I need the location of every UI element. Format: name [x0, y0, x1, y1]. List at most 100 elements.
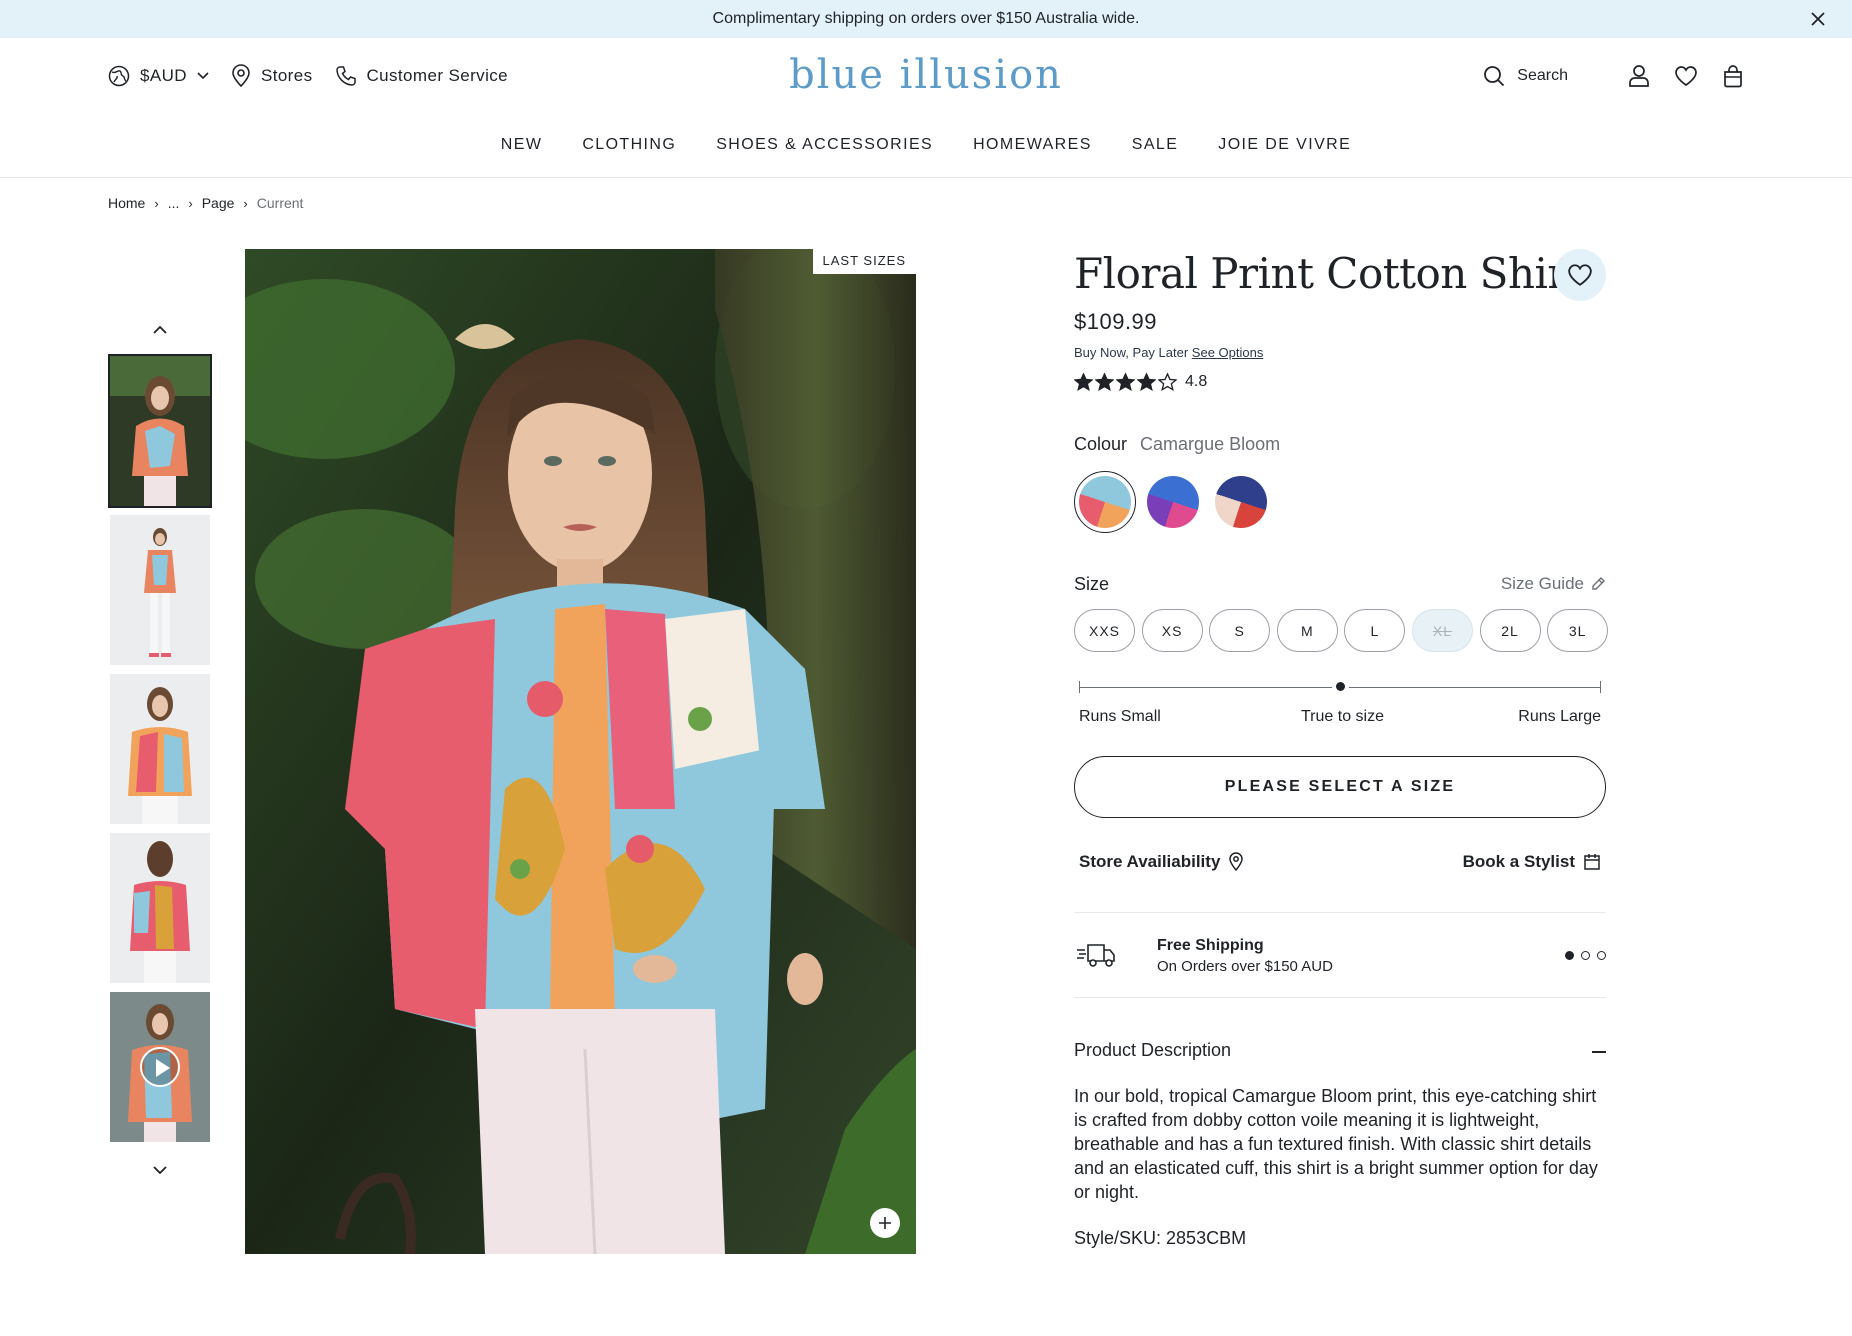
ruler-pencil-icon: [1592, 577, 1605, 590]
chevron-down-icon[interactable]: [148, 1158, 172, 1182]
size-option-l[interactable]: L: [1344, 609, 1406, 652]
star-filled-icon: [1116, 373, 1135, 391]
nav-sale[interactable]: SALE: [1132, 136, 1179, 154]
see-options-link[interactable]: See Options: [1192, 345, 1264, 360]
star-rating: [1074, 373, 1179, 391]
product-info: Floral Print Cotton Shirt $109.99 Buy No…: [1074, 249, 1609, 1248]
breadcrumb-home[interactable]: Home: [108, 195, 145, 211]
star-filled-icon: [1137, 373, 1156, 391]
select-size-button[interactable]: PLEASE SELECT A SIZE: [1074, 756, 1606, 818]
carousel-dot-2[interactable]: [1581, 951, 1590, 960]
bnpl-text: Buy Now, Pay Later: [1074, 345, 1189, 360]
star-filled-icon: [1074, 373, 1093, 391]
announcement-text: Complimentary shipping on orders over $1…: [712, 10, 1140, 27]
star-filled-icon: [1095, 373, 1114, 391]
thumbnail-3[interactable]: [110, 674, 210, 824]
shopping-bag-icon[interactable]: [1722, 64, 1744, 88]
chevron-right-icon: ›: [154, 195, 159, 211]
shipping-subtitle: On Orders over $150 AUD: [1157, 958, 1333, 975]
product-price: $109.99: [1074, 309, 1158, 334]
carousel-dot-1[interactable]: [1565, 951, 1574, 960]
size-guide-link[interactable]: Size Guide: [1501, 574, 1606, 594]
currency-selector[interactable]: $AUD: [108, 65, 209, 87]
product-description-toggle[interactable]: Product Description: [1074, 1040, 1606, 1061]
announcement-bar: Complimentary shipping on orders over $1…: [0, 0, 1852, 38]
size-option-2l[interactable]: 2L: [1479, 609, 1541, 652]
nav-homewares[interactable]: HOMEWARES: [973, 136, 1092, 154]
phone-icon: [335, 66, 356, 86]
close-icon[interactable]: [1808, 9, 1828, 29]
account-icon[interactable]: [1628, 64, 1650, 88]
site-header: $AUD Stores Customer Service blue illusi…: [0, 38, 1852, 178]
fit-scale: [1079, 678, 1601, 698]
fit-true-to-size: True to size: [1301, 708, 1384, 725]
globe-icon: [108, 65, 130, 87]
product-photo: [245, 249, 916, 1254]
fit-runs-small: Runs Small: [1079, 708, 1161, 725]
size-label: Size: [1074, 574, 1110, 594]
thumbnail-4[interactable]: [110, 833, 210, 983]
nav-shoes-accessories[interactable]: SHOES & ACCESSORIES: [716, 136, 933, 154]
wishlist-heart-icon[interactable]: [1554, 249, 1606, 301]
utility-nav-right: Search: [1483, 64, 1744, 88]
fit-scale-indicator: [1335, 682, 1345, 691]
thumbnail-5-video[interactable]: [110, 992, 210, 1142]
customer-service-link[interactable]: Customer Service: [335, 65, 509, 87]
breadcrumb-page[interactable]: Page: [202, 195, 235, 211]
minus-icon: [1592, 1051, 1606, 1053]
thumbnail-1[interactable]: [108, 354, 212, 508]
main-product-image[interactable]: LAST SIZES: [245, 249, 916, 1254]
size-selector: XXS XS S M L XL 2L 3L: [1074, 609, 1615, 652]
site-logo[interactable]: blue illusion: [789, 52, 1063, 98]
colour-swatch[interactable]: [1142, 471, 1204, 533]
calendar-icon: [1584, 854, 1600, 870]
nav-new[interactable]: NEW: [501, 136, 543, 154]
size-option-xxs[interactable]: XXS: [1074, 609, 1135, 652]
colour-row: Colour Camargue Bloom: [1074, 434, 1280, 455]
store-availability-label: Store Availiability: [1079, 852, 1221, 871]
colour-swatch[interactable]: [1074, 471, 1136, 533]
customer-service-label: Customer Service: [366, 66, 508, 85]
wishlist-heart-icon[interactable]: [1674, 65, 1698, 87]
book-stylist-link[interactable]: Book a Stylist: [1463, 852, 1601, 872]
delivery-truck-icon: [1076, 941, 1116, 974]
colour-swatches: [1074, 471, 1278, 533]
colour-swatch[interactable]: [1210, 471, 1272, 533]
carousel-dot-3[interactable]: [1597, 951, 1606, 960]
rating[interactable]: 4.8: [1074, 373, 1207, 391]
breadcrumb: Home › ... › Page › Current: [108, 195, 303, 211]
size-option-3l[interactable]: 3L: [1547, 609, 1609, 652]
fit-scale-tick-left: [1079, 681, 1080, 693]
zoom-plus-icon[interactable]: [870, 1208, 900, 1238]
size-option-m[interactable]: M: [1276, 609, 1338, 652]
size-guide-label: Size Guide: [1500, 574, 1584, 593]
stores-label: Stores: [260, 66, 313, 85]
search-label: Search: [1517, 67, 1568, 84]
buy-now-pay-later: Buy Now, Pay Later See Options: [1074, 345, 1263, 360]
nav-clothing[interactable]: CLOTHING: [582, 136, 676, 154]
product-description-title: Product Description: [1074, 1040, 1232, 1060]
star-empty-icon: [1158, 373, 1177, 391]
nav-joie-de-vivre[interactable]: JOIE DE VIVRE: [1218, 136, 1351, 154]
main-navigation: NEW CLOTHING SHOES & ACCESSORIES HOMEWAR…: [0, 136, 1852, 154]
shipping-carousel: Free Shipping On Orders over $150 AUD: [1074, 912, 1606, 998]
location-pin-icon: [232, 64, 250, 88]
carousel-dots: [1558, 951, 1606, 960]
product-title: Floral Print Cotton Shirt: [1074, 249, 1584, 298]
size-option-xs[interactable]: XS: [1141, 609, 1203, 652]
thumbnail-2[interactable]: [110, 515, 210, 665]
last-sizes-badge: LAST SIZES: [812, 249, 916, 274]
stores-link[interactable]: Stores: [231, 64, 313, 88]
size-option-s[interactable]: S: [1209, 609, 1271, 652]
currency-label: $AUD: [140, 66, 187, 85]
store-availability-link[interactable]: Store Availiability: [1079, 852, 1244, 872]
colour-selected: Camargue Bloom: [1140, 434, 1281, 454]
swatch-pattern: [1079, 476, 1131, 528]
breadcrumb-ellipsis[interactable]: ...: [168, 195, 180, 211]
search-icon: [1484, 66, 1505, 87]
swatch-pattern: [1147, 476, 1199, 528]
size-row: Size Size Guide: [1074, 574, 1606, 595]
size-option-xl[interactable]: XL: [1411, 609, 1473, 652]
chevron-up-icon[interactable]: [148, 318, 172, 342]
search-button[interactable]: Search: [1483, 65, 1568, 87]
